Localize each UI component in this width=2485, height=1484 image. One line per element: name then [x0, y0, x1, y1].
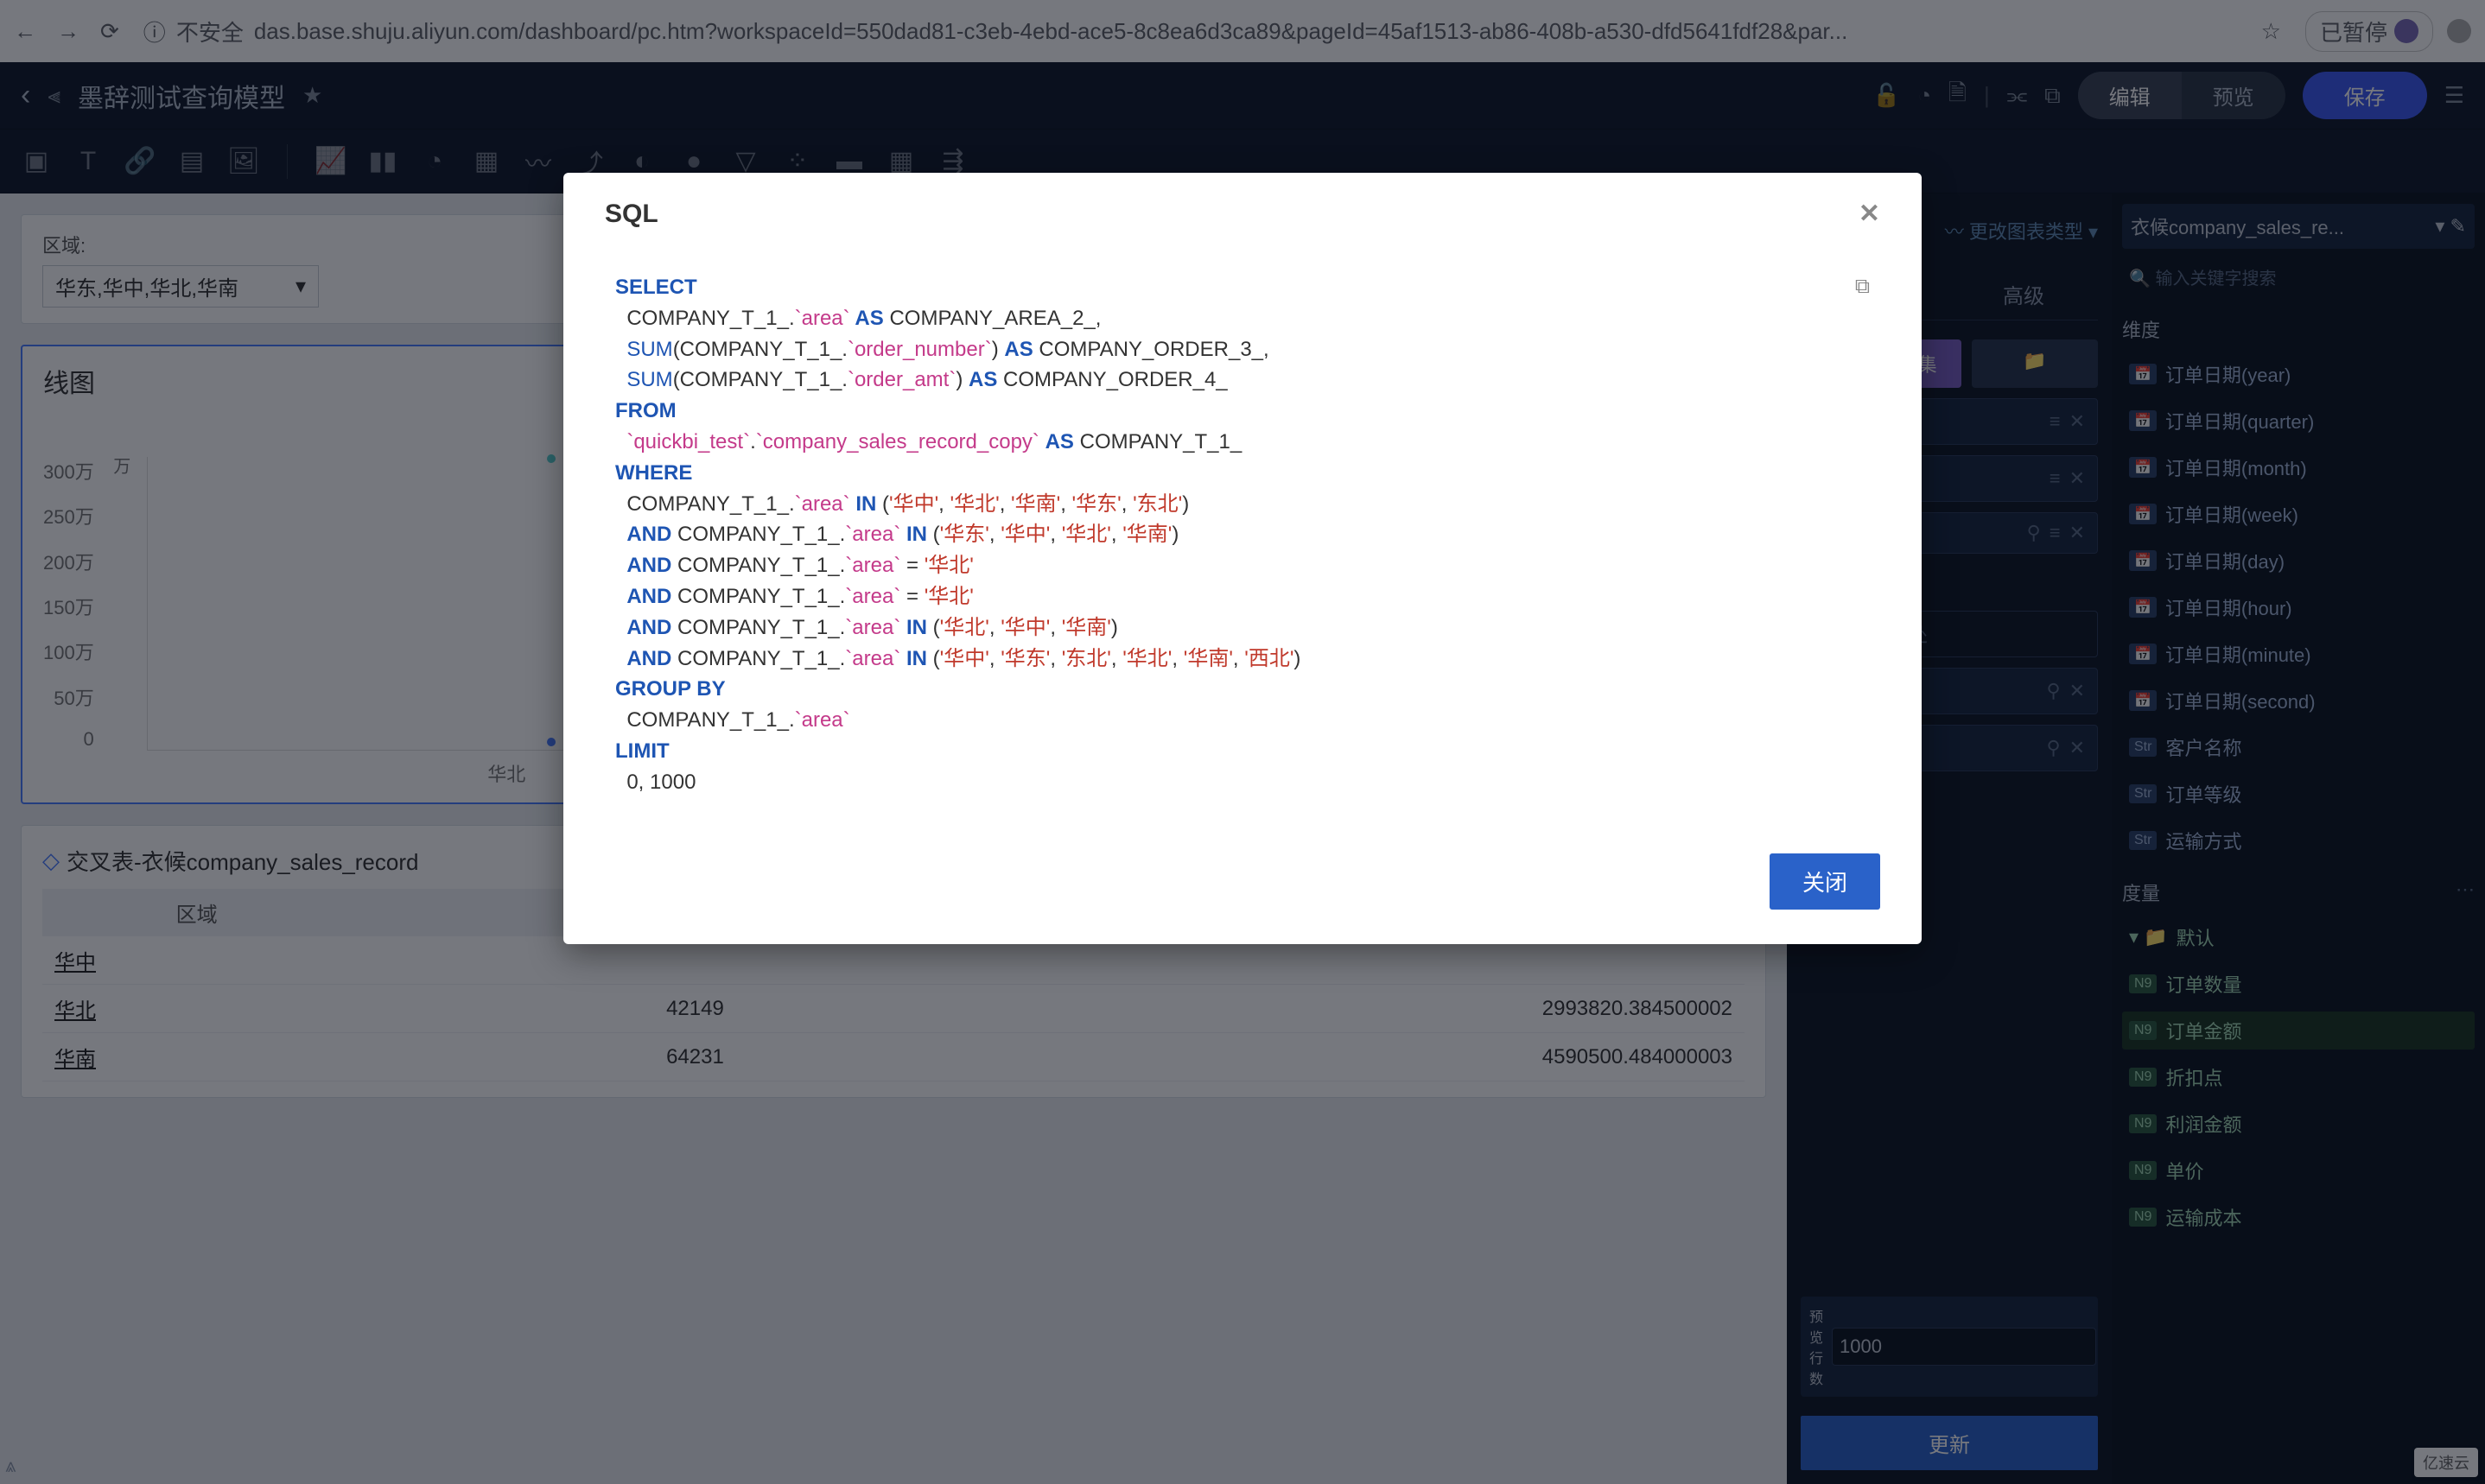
sql-content: ⧉SELECT COMPANY_T_1_.`area` AS COMPANY_A…	[563, 255, 1922, 833]
sql-modal: SQL ✕ ⧉SELECT COMPANY_T_1_.`area` AS COM…	[563, 173, 1922, 944]
modal-overlay[interactable]: SQL ✕ ⧉SELECT COMPANY_T_1_.`area` AS COM…	[0, 0, 2485, 1484]
close-button[interactable]: 关闭	[1770, 853, 1880, 910]
modal-title: SQL	[605, 200, 658, 229]
copy-icon[interactable]: ⧉	[1855, 272, 1870, 302]
close-icon[interactable]: ✕	[1859, 199, 1880, 229]
